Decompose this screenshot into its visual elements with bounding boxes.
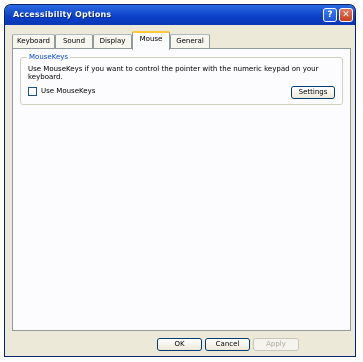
apply-button[interactable]: Apply bbox=[253, 338, 299, 351]
window-title: Accessibility Options bbox=[13, 10, 112, 19]
tab-general[interactable]: General bbox=[170, 34, 210, 48]
cancel-button[interactable]: Cancel bbox=[205, 338, 250, 351]
use-mousekeys-label[interactable]: Use MouseKeys bbox=[41, 87, 95, 95]
mousekeys-description: Use MouseKeys if you want to control the… bbox=[28, 65, 319, 81]
use-mousekeys-checkbox[interactable] bbox=[28, 87, 37, 96]
help-button[interactable]: ? bbox=[323, 8, 337, 22]
close-button[interactable]: ✕ bbox=[339, 8, 353, 22]
mouse-tab-panel: MouseKeys Use MouseKeys if you want to c… bbox=[12, 48, 351, 331]
title-bar[interactable]: Accessibility Options ? ✕ bbox=[5, 5, 355, 25]
mousekeys-group-title: MouseKeys bbox=[27, 53, 71, 61]
tab-mouse[interactable]: Mouse bbox=[132, 31, 170, 50]
mousekeys-group: MouseKeys Use MouseKeys if you want to c… bbox=[20, 53, 343, 105]
tab-display[interactable]: Display bbox=[93, 34, 132, 48]
accessibility-options-window: Accessibility Options ? ✕ Keyboard Sound… bbox=[4, 4, 356, 357]
ok-button[interactable]: OK bbox=[157, 338, 202, 351]
tab-sound[interactable]: Sound bbox=[55, 34, 93, 48]
tab-strip: Keyboard Sound Display Mouse General bbox=[12, 31, 352, 50]
settings-button[interactable]: Settings bbox=[291, 86, 335, 99]
tab-keyboard[interactable]: Keyboard bbox=[12, 34, 55, 48]
